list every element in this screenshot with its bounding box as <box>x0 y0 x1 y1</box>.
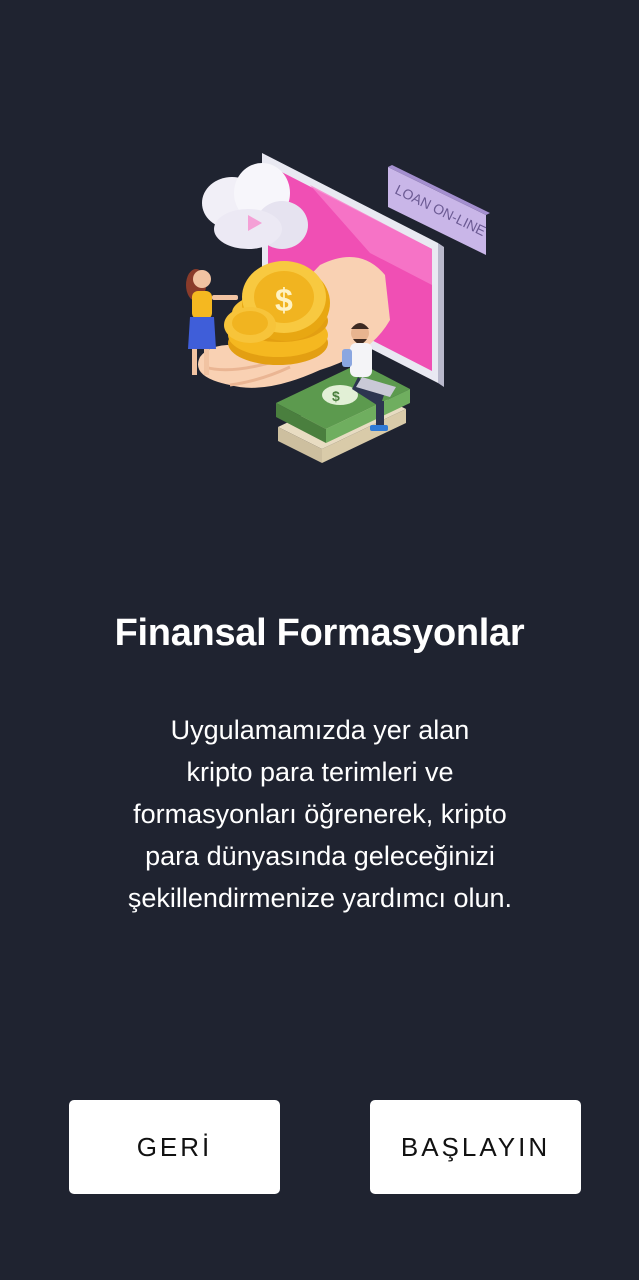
page-title: Finansal Formasyonlar <box>114 612 525 654</box>
coin-stack-icon: $ <box>224 261 330 365</box>
description-line: para dünyasında geleceğinizi <box>145 841 495 871</box>
onboarding-screen: LOAN ON-LINE $ $ Finansal Formasyonlar U… <box>0 0 639 1280</box>
dollar-sign: $ <box>275 282 293 318</box>
description-line: formasyonları öğrenerek, kripto <box>133 799 507 829</box>
online-loan-illustration: LOAN ON-LINE $ $ <box>186 153 490 463</box>
description-line: şekillendirmenize yardımcı olun. <box>127 883 513 913</box>
back-button[interactable]: GERİ <box>69 1100 280 1194</box>
description-line: kripto para terimleri ve <box>186 757 454 787</box>
description-line: Uygulamamızda yer alan <box>170 715 470 745</box>
description-text: Uygulamamızda yer alan kripto para terim… <box>50 709 590 919</box>
start-button[interactable]: BAŞLAYIN <box>370 1100 581 1194</box>
svg-text:$: $ <box>332 388 340 404</box>
